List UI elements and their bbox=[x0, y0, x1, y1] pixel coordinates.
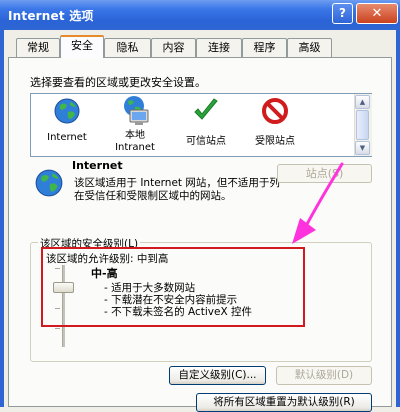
zone-local-intranet[interactable]: 本地 Intranet bbox=[103, 95, 167, 155]
zone-internet[interactable]: Internet bbox=[35, 95, 99, 155]
help-button[interactable]: ? bbox=[332, 3, 353, 24]
zone-trusted-sites-label: 可信站点 bbox=[186, 136, 226, 147]
reset-all-zones-button[interactable]: 将所有区域重置为默认级别(R) bbox=[196, 393, 372, 412]
annotation-arrow-icon bbox=[292, 162, 344, 244]
default-level-button[interactable]: 默认级别(D) bbox=[276, 366, 372, 385]
level-description-line: - 不下载未签名的 ActiveX 控件 bbox=[104, 306, 252, 318]
custom-level-button[interactable]: 自定义级别(C)... bbox=[169, 366, 266, 385]
window-border-right bbox=[396, 30, 400, 407]
no-entry-icon bbox=[262, 98, 288, 124]
scroll-down-icon[interactable]: ▼ bbox=[355, 141, 370, 155]
monitor-globe-icon bbox=[124, 96, 149, 125]
allowed-level-text: 该区域的允许级别: 中到高 bbox=[46, 253, 169, 265]
tab-advanced[interactable]: 高级 bbox=[287, 38, 332, 57]
scroll-up-icon[interactable]: ▲ bbox=[355, 95, 370, 109]
tab-privacy[interactable]: 隐私 bbox=[104, 38, 151, 57]
zone-internet-label: Internet bbox=[47, 132, 87, 143]
slider-tick bbox=[55, 328, 60, 329]
level-name: 中-高 bbox=[91, 267, 118, 280]
window-border-left bbox=[0, 30, 4, 407]
globe-icon bbox=[54, 98, 80, 124]
check-icon bbox=[194, 98, 218, 120]
tab-content[interactable]: 内容 bbox=[151, 38, 196, 57]
zone-description: 该区域适用于 Internet 网站，但不适用于列在受信任和受限制区域中的网站。 bbox=[74, 177, 280, 202]
zone-restricted-sites-label: 受限站点 bbox=[255, 136, 295, 147]
close-button[interactable]: ✕ bbox=[356, 3, 398, 24]
tab-general[interactable]: 常规 bbox=[16, 38, 60, 57]
zone-restricted-sites[interactable]: 受限站点 bbox=[243, 95, 307, 155]
tab-connections[interactable]: 连接 bbox=[196, 38, 242, 57]
globe-icon bbox=[35, 169, 63, 197]
tab-programs[interactable]: 程序 bbox=[242, 38, 287, 57]
select-zone-label: 选择要查看的区域或更改安全设置。 bbox=[30, 76, 206, 89]
tab-security[interactable]: 安全 bbox=[60, 35, 104, 58]
scroll-thumb[interactable] bbox=[356, 110, 369, 140]
zone-title: Internet bbox=[72, 159, 123, 172]
zone-trusted-sites[interactable]: 可信站点 bbox=[174, 95, 238, 155]
zone-local-intranet-label: 本地 Intranet bbox=[115, 130, 155, 153]
window-title: Internet 选项 bbox=[8, 9, 94, 23]
